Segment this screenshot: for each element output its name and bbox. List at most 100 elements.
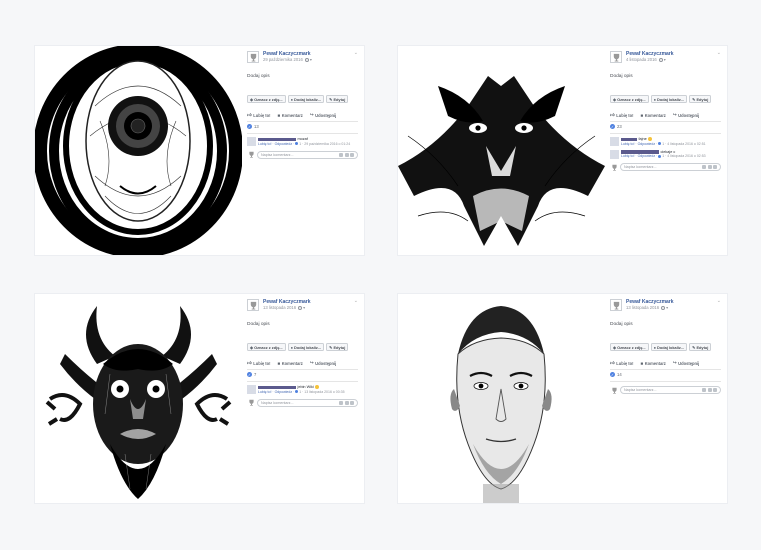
edit-button[interactable]: ✎ Edytuj — [689, 95, 712, 103]
commenter-avatar[interactable] — [610, 137, 619, 146]
my-avatar — [247, 399, 255, 407]
sticker-icon[interactable] — [350, 400, 354, 405]
comment-timestamp[interactable]: 13 listopada 2016 o 00:35 — [304, 390, 344, 394]
comment-input[interactable]: Napisz komentarz... — [620, 386, 721, 394]
post-description[interactable]: Dodaj opis — [610, 74, 721, 90]
page-avatar[interactable] — [610, 51, 622, 63]
post-description[interactable]: Dodaj opis — [610, 322, 721, 338]
emoji-icon[interactable] — [702, 388, 706, 392]
comment-button[interactable]: ■ Komentarz — [640, 113, 665, 118]
comment-timestamp[interactable]: 29 października 2016 o 01:24 — [304, 142, 350, 146]
tag-photo-button[interactable]: ◆ Oznacz z zdję... — [247, 343, 286, 351]
sticker-icon[interactable] — [713, 388, 717, 392]
page-avatar[interactable] — [610, 299, 622, 311]
page-avatar[interactable] — [247, 299, 259, 311]
more-options-icon[interactable]: ⌄ — [354, 51, 358, 56]
more-options-icon[interactable]: ⌄ — [717, 51, 721, 56]
commenter-avatar[interactable] — [247, 385, 256, 394]
like-button[interactable]: 👍︎ Lubię to! — [247, 112, 270, 118]
ink-drawing-portrait[interactable] — [398, 294, 605, 503]
camera-icon[interactable] — [707, 165, 712, 170]
post-header: Pewaf Kaczyczmark 13 listopada 2016 ▾ ⌄ — [610, 299, 721, 316]
post-date[interactable]: 4 listopada 2016 — [626, 57, 657, 63]
comment-button[interactable]: ■ Komentarz — [277, 361, 302, 366]
like-button[interactable]: 👍︎ Lubię to! — [610, 360, 633, 366]
commenter-avatar[interactable] — [610, 149, 619, 159]
comment-timestamp[interactable]: 4 listopada 2016 o 02:51 — [667, 142, 705, 146]
comment-button[interactable]: ■ Komentarz — [277, 113, 302, 118]
add-location-button[interactable]: ● Dodaj lokaliz... — [287, 95, 325, 103]
ink-drawing-creature-face[interactable] — [398, 46, 605, 255]
comment-like-link[interactable]: Lubię to! — [258, 390, 271, 394]
emoji-icon[interactable] — [339, 400, 343, 405]
post-sidebar: Pewaf Kaczyczmark 4 listopada 2016 ▾ ⌄ Do… — [605, 46, 727, 255]
add-location-button[interactable]: ● Dodaj lokaliz... — [650, 95, 688, 103]
emoji-icon[interactable] — [702, 165, 706, 170]
page-avatar[interactable] — [247, 51, 259, 63]
tag-photo-button[interactable]: ◆ Oznacz z zdję... — [247, 95, 286, 103]
like-summary[interactable]: ✓ 14 — [610, 370, 721, 379]
comment-timestamp[interactable]: 4 listopada 2016 o 02:53 — [667, 154, 705, 158]
ink-drawing-eye[interactable] — [35, 46, 242, 255]
like-summary[interactable]: ✓ 13 — [247, 122, 358, 131]
chevron-down-icon[interactable]: ▾ — [303, 305, 305, 311]
chevron-down-icon[interactable]: ▾ — [310, 57, 312, 63]
commenter-avatar[interactable] — [247, 137, 256, 146]
comment-button[interactable]: ■ Komentarz — [640, 361, 665, 366]
comment-like-link[interactable]: Lubię to! — [258, 142, 271, 146]
emoji-icon[interactable] — [339, 152, 343, 157]
comment-input[interactable]: Napisz komentarz... — [257, 150, 358, 159]
like-summary[interactable]: ✓ 23 — [610, 122, 721, 131]
share-button[interactable]: ↪ Udostępnij — [310, 360, 336, 366]
like-reaction-icon: ✓ — [610, 372, 615, 377]
share-icon: ↪ — [672, 360, 677, 365]
add-location-button[interactable]: ● Dodaj lokaliz... — [287, 343, 325, 351]
ink-drawing-horned-demon[interactable] — [35, 294, 242, 503]
post-date[interactable]: 29 października 2016 — [263, 57, 303, 63]
like-button[interactable]: 👍︎ Lubię to! — [610, 112, 633, 118]
comment-input[interactable]: Napisz komentarz... — [257, 398, 358, 407]
more-options-icon[interactable]: ⌄ — [717, 299, 721, 304]
chevron-down-icon[interactable]: ▾ — [666, 305, 668, 311]
camera-icon[interactable] — [344, 400, 349, 405]
globe-icon — [661, 306, 666, 310]
comment-like-link[interactable]: Lubię to! — [621, 142, 634, 146]
sticker-icon[interactable] — [350, 152, 354, 157]
share-button[interactable]: ↪ Udostępnij — [310, 112, 336, 118]
sticker-icon[interactable] — [713, 165, 717, 170]
share-button[interactable]: ↪ Udostępnij — [673, 360, 699, 366]
edit-button[interactable]: ✎ Edytuj — [326, 343, 349, 351]
comment-reply-link[interactable]: Odpowiedz — [275, 390, 293, 394]
comment-item: jebin Wiki Lubię to! · Odpowiedz · 1 · 1… — [247, 385, 358, 395]
edit-button[interactable]: ✎ Edytuj — [689, 343, 712, 351]
share-button[interactable]: ↪ Udostępnij — [673, 112, 699, 118]
comment-reply-link[interactable]: Odpowiedz — [638, 142, 656, 146]
smiley-emoji-icon — [648, 137, 653, 142]
post-description[interactable]: Dodaj opis — [247, 322, 358, 338]
smiley-emoji-icon — [315, 385, 320, 390]
add-location-button[interactable]: ● Dodaj lokaliz... — [650, 343, 688, 351]
comment-reply-link[interactable]: Odpowiedz — [275, 142, 293, 146]
comment-icon: ■ — [277, 360, 281, 366]
comment-like-link[interactable]: Lubię to! — [621, 154, 634, 158]
trophy-icon — [248, 151, 254, 158]
comment-reply-link[interactable]: Odpowiedz — [638, 154, 656, 158]
tag-photo-button[interactable]: ◆ Oznacz z zdję... — [610, 343, 649, 351]
like-summary[interactable]: ✓ 7 — [247, 370, 358, 379]
tag-photo-button[interactable]: ◆ Oznacz z zdję... — [610, 95, 649, 103]
post-description[interactable]: Dodaj opis — [247, 74, 358, 90]
pencil-icon: ✎ — [329, 344, 333, 350]
location-pin-icon: ● — [653, 344, 657, 350]
thumbs-up-icon: 👍︎ — [247, 112, 252, 117]
like-reaction-icon: ✓ — [247, 372, 252, 377]
camera-icon[interactable] — [707, 388, 712, 392]
chevron-down-icon[interactable]: ▾ — [664, 57, 666, 63]
post-date[interactable]: 13 listopada 2016 — [263, 305, 296, 311]
write-comment-row: Napisz komentarz... — [247, 150, 358, 159]
more-options-icon[interactable]: ⌄ — [354, 299, 358, 304]
edit-button[interactable]: ✎ Edytuj — [326, 95, 349, 103]
post-date[interactable]: 13 listopada 2016 — [626, 305, 659, 311]
camera-icon[interactable] — [344, 152, 349, 157]
like-button[interactable]: 👍︎ Lubię to! — [247, 360, 270, 366]
comment-input[interactable]: Napisz komentarz... — [620, 163, 721, 172]
